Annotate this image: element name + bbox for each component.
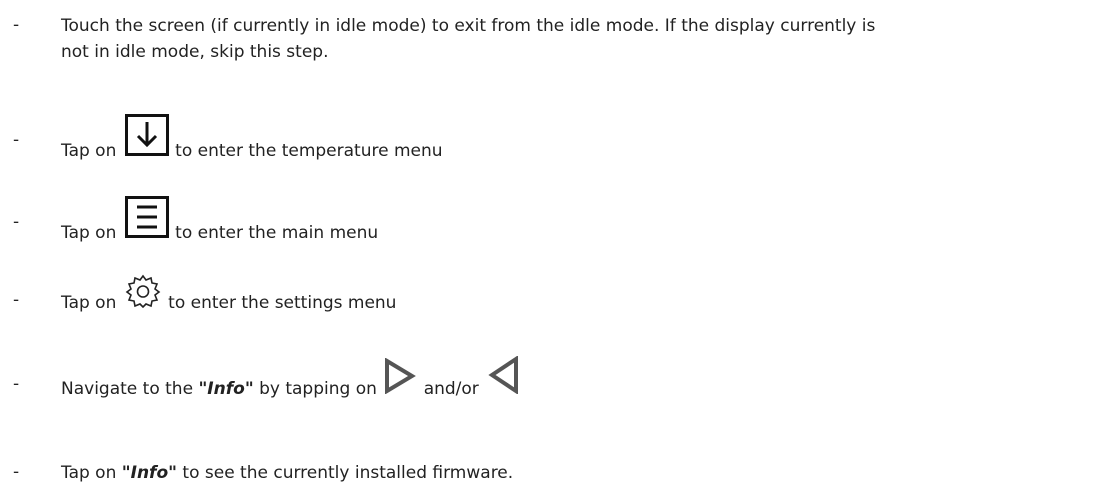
step-prefix: Tap on (61, 293, 117, 313)
step-middle: by tapping on (259, 379, 377, 399)
bullet-dash: - (13, 374, 20, 394)
step-text: Navigate to the "Info" by tapping on and… (61, 355, 1089, 402)
info-emphasis: Info (130, 463, 169, 483)
step-line-2: not in idle mode, skip this step. (61, 42, 329, 62)
step-text: Tap on "Info" to see the currently insta… (61, 460, 1089, 486)
step-text: Touch the screen (if currently in idle m… (61, 13, 1089, 65)
bullet-dash: - (13, 462, 20, 482)
step-line-1: Touch the screen (if currently in idle m… (61, 16, 876, 36)
step-text: Tap on to enter the main menu (61, 196, 1089, 246)
step-suffix: to enter the temperature menu (175, 141, 443, 161)
step-suffix: to see the currently installed firmware. (182, 463, 514, 483)
gear-icon (125, 274, 161, 316)
step-prefix: Navigate to the (61, 379, 194, 399)
arrow-down-box-icon (124, 114, 169, 164)
quote-open: " (121, 463, 131, 483)
step-suffix: to enter the main menu (175, 223, 379, 243)
step-prefix: Tap on (61, 141, 117, 161)
step-suffix: to enter the settings menu (168, 293, 397, 313)
bullet-dash: - (13, 15, 20, 35)
play-left-icon (488, 355, 520, 402)
info-emphasis: Info (207, 379, 245, 399)
step-prefix: Tap on (61, 223, 117, 243)
menu-box-icon (124, 196, 169, 246)
bullet-dash: - (13, 130, 20, 150)
bullet-dash: - (13, 212, 20, 232)
bullet-dash: - (13, 290, 20, 310)
step-text: Tap on to enter the temperature menu (61, 114, 1089, 164)
step-text: Tap on to enter the settings menu (61, 274, 1089, 316)
quote-close: " (168, 463, 177, 483)
step-conj: and/or (423, 379, 479, 399)
quote-open: " (198, 379, 208, 399)
play-right-icon (384, 357, 417, 402)
quote-close: " (244, 379, 254, 399)
step-prefix: Tap on (61, 463, 117, 483)
